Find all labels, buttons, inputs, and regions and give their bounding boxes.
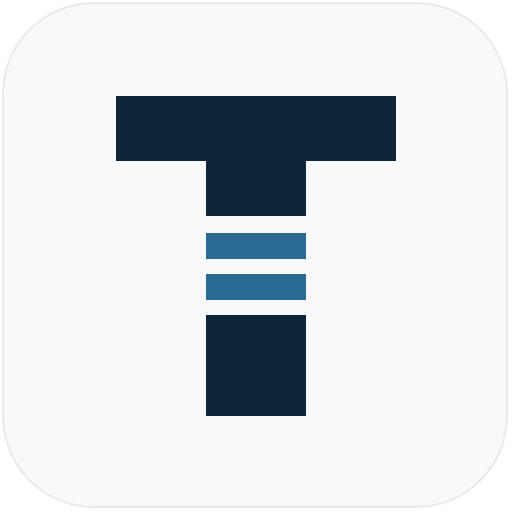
logo-accent-stripe-1 [206,233,306,259]
logo-crossbar [116,96,396,161]
logo-stem-lower [206,315,306,416]
logo-stem-upper [206,160,306,216]
t-logo-icon [116,96,396,416]
logo-accent-stripe-2 [206,274,306,300]
